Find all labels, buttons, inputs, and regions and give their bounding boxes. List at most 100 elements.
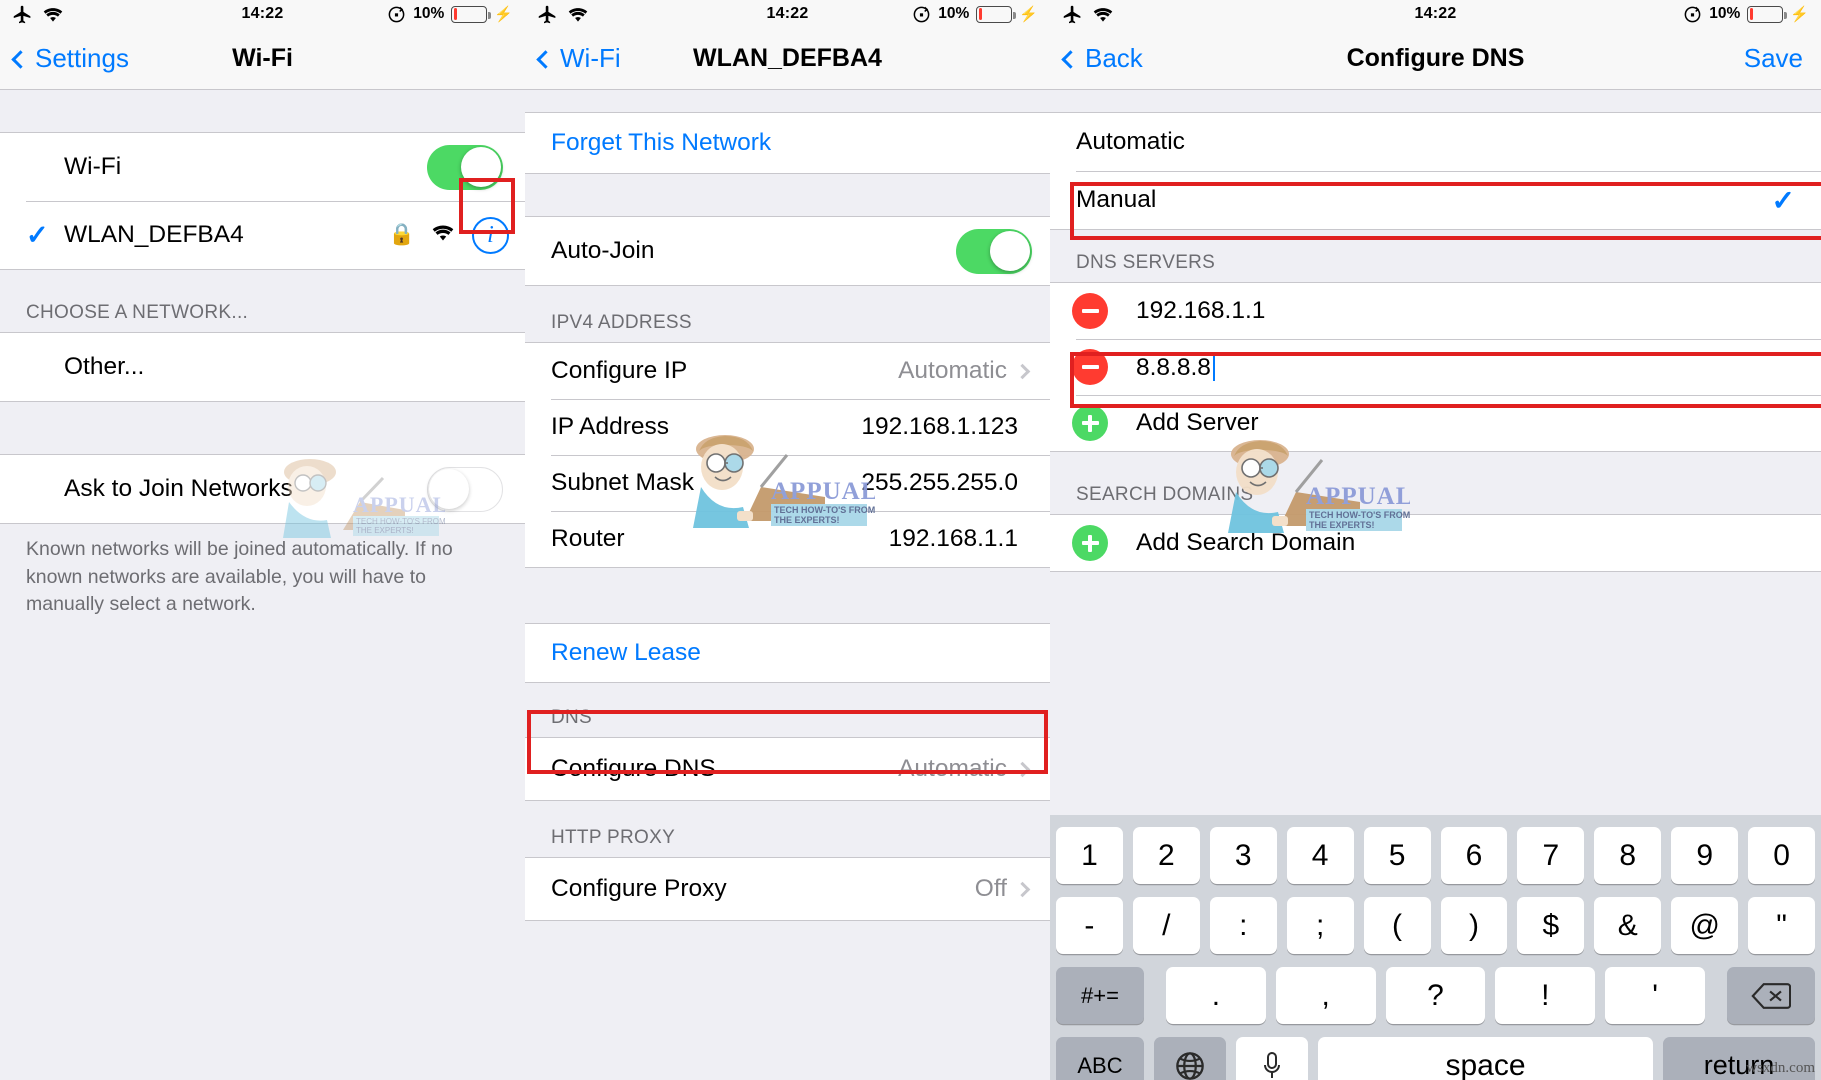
- row-other[interactable]: Other...: [0, 333, 525, 401]
- key-quote[interactable]: ": [1748, 897, 1816, 954]
- search-domains-group: Add Search Domain: [1050, 514, 1821, 572]
- dns-server-value: 8.8.8.8: [1136, 353, 1211, 381]
- back-label: Back: [1085, 43, 1143, 73]
- configure-proxy-label: Configure Proxy: [551, 875, 727, 902]
- key-4[interactable]: 4: [1286, 827, 1354, 884]
- ipv4-group: Configure IP Automatic IP Address 192.16…: [525, 342, 1050, 568]
- chevron-right-icon: [1014, 881, 1031, 897]
- row-wifi-toggle[interactable]: Wi-Fi: [0, 133, 525, 201]
- key-slash[interactable]: /: [1132, 897, 1200, 954]
- row-forget-network[interactable]: Forget This Network: [525, 113, 1050, 173]
- delete-icon[interactable]: [1726, 967, 1815, 1024]
- microphone-icon[interactable]: [1236, 1037, 1308, 1080]
- ip-address-value: 192.168.1.123: [861, 413, 1018, 440]
- key-0[interactable]: 0: [1748, 827, 1816, 884]
- configure-proxy-value: Off: [974, 875, 1007, 902]
- battery-icon: [976, 5, 1016, 23]
- ask-join-group: Ask to Join Networks: [0, 454, 525, 524]
- globe-icon[interactable]: [1154, 1037, 1226, 1080]
- dns-header: DNS: [551, 707, 593, 728]
- on-screen-keyboard[interactable]: 1 2 3 4 5 6 7 8 9 0 - / : ; ( ) $ & @ " …: [1050, 815, 1821, 1080]
- key-exclamation[interactable]: !: [1495, 967, 1596, 1024]
- row-router: Router 192.168.1.1: [525, 511, 1050, 567]
- dns-server-input[interactable]: 8.8.8.8: [1136, 352, 1799, 382]
- page-title: Configure DNS: [1346, 44, 1525, 72]
- key-3[interactable]: 3: [1209, 827, 1277, 884]
- row-auto-join[interactable]: Auto-Join: [525, 217, 1050, 285]
- key-period[interactable]: .: [1166, 967, 1266, 1024]
- add-search-domain-label: Add Search Domain: [1136, 529, 1356, 556]
- row-add-search-domain[interactable]: Add Search Domain: [1050, 515, 1821, 571]
- auto-join-toggle[interactable]: [956, 228, 1032, 274]
- key-space[interactable]: space: [1318, 1037, 1653, 1080]
- row-add-server[interactable]: Add Server: [1050, 395, 1821, 451]
- key-paren-close[interactable]: ): [1440, 897, 1508, 954]
- back-button-settings[interactable]: Settings: [11, 43, 129, 74]
- wifi-toggle[interactable]: [427, 144, 503, 190]
- add-server-icon[interactable]: [1072, 405, 1108, 441]
- row-configure-ip[interactable]: Configure IP Automatic: [525, 343, 1050, 399]
- dns-servers-group: 192.168.1.1 8.8.8.8 Add Server: [1050, 282, 1821, 452]
- option-automatic-label: Automatic: [1076, 128, 1185, 155]
- key-question[interactable]: ?: [1385, 967, 1486, 1024]
- key-7[interactable]: 7: [1517, 827, 1585, 884]
- battery-percent: 10%: [1709, 5, 1741, 22]
- three-panel-screenshot: 14:22 10% ⚡ Settings Wi-Fi Wi-Fi ✓ WLAN_…: [0, 0, 1821, 1080]
- remove-server-icon[interactable]: [1072, 349, 1108, 385]
- save-button[interactable]: Save: [1744, 43, 1803, 74]
- checkmark-icon: ✓: [26, 219, 49, 250]
- wifi-icon: [568, 8, 588, 22]
- status-time: 14:22: [1414, 5, 1457, 22]
- text-caret: [1212, 352, 1216, 381]
- wifi-icon: [1093, 8, 1113, 22]
- key-apostrophe[interactable]: ': [1605, 967, 1705, 1024]
- row-renew-lease[interactable]: Renew Lease: [525, 624, 1050, 682]
- key-dollar[interactable]: $: [1517, 897, 1585, 954]
- key-at[interactable]: @: [1671, 897, 1739, 954]
- dns-server-value[interactable]: 192.168.1.1: [1136, 297, 1799, 325]
- key-ampersand[interactable]: &: [1594, 897, 1662, 954]
- info-icon[interactable]: i: [472, 216, 509, 254]
- key-2[interactable]: 2: [1132, 827, 1200, 884]
- key-comma[interactable]: ,: [1275, 967, 1376, 1024]
- row-network-wlan[interactable]: ✓ WLAN_DEFBA4 🔒 i: [0, 201, 525, 269]
- row-configure-dns[interactable]: Configure DNS Automatic: [525, 738, 1050, 800]
- remove-server-icon[interactable]: [1072, 293, 1108, 329]
- chevron-left-icon: [536, 49, 555, 69]
- ask-join-toggle[interactable]: [427, 466, 503, 512]
- back-button-wifi[interactable]: Wi-Fi: [536, 43, 621, 74]
- wifi-icon: [43, 8, 63, 22]
- panel-configure-dns: 14:22 10% ⚡ Back Configure DNS Save Auto…: [1050, 0, 1821, 1080]
- key-5[interactable]: 5: [1363, 827, 1431, 884]
- source-watermark: wsxdn.com: [1746, 1060, 1815, 1076]
- row-dns-server-2[interactable]: 8.8.8.8: [1050, 339, 1821, 395]
- row-configure-proxy[interactable]: Configure Proxy Off: [525, 858, 1050, 920]
- key-more-symbols[interactable]: #+=: [1056, 967, 1144, 1024]
- key-abc[interactable]: ABC: [1056, 1037, 1144, 1080]
- key-1[interactable]: 1: [1055, 827, 1123, 884]
- back-button[interactable]: Back: [1061, 43, 1143, 74]
- key-6[interactable]: 6: [1440, 827, 1508, 884]
- other-network-group: Other...: [0, 332, 525, 402]
- key-hyphen[interactable]: -: [1055, 897, 1123, 954]
- panel-wifi-settings: 14:22 10% ⚡ Settings Wi-Fi Wi-Fi ✓ WLAN_…: [0, 0, 525, 1080]
- key-semicolon[interactable]: ;: [1286, 897, 1354, 954]
- checkmark-icon: ✓: [1771, 184, 1795, 216]
- key-colon[interactable]: :: [1209, 897, 1277, 954]
- battery-percent: 10%: [413, 5, 445, 22]
- row-ask-to-join[interactable]: Ask to Join Networks: [0, 455, 525, 523]
- row-option-manual[interactable]: Manual ✓: [1050, 171, 1821, 229]
- keyboard-row-numbers: 1 2 3 4 5 6 7 8 9 0: [1055, 827, 1816, 884]
- key-8[interactable]: 8: [1594, 827, 1662, 884]
- ask-join-label: Ask to Join Networks: [64, 475, 293, 502]
- lock-icon: 🔒: [388, 223, 415, 246]
- battery-icon: [1747, 5, 1787, 23]
- ask-join-footnote: Known networks will be joined automatica…: [26, 538, 453, 616]
- row-dns-server-1[interactable]: 192.168.1.1: [1050, 283, 1821, 339]
- key-paren-open[interactable]: (: [1363, 897, 1431, 954]
- key-9[interactable]: 9: [1671, 827, 1739, 884]
- option-manual-label: Manual: [1076, 186, 1157, 213]
- add-search-domain-icon[interactable]: [1072, 525, 1108, 561]
- row-option-automatic[interactable]: Automatic: [1050, 113, 1821, 171]
- network-name: WLAN_DEFBA4: [64, 221, 244, 248]
